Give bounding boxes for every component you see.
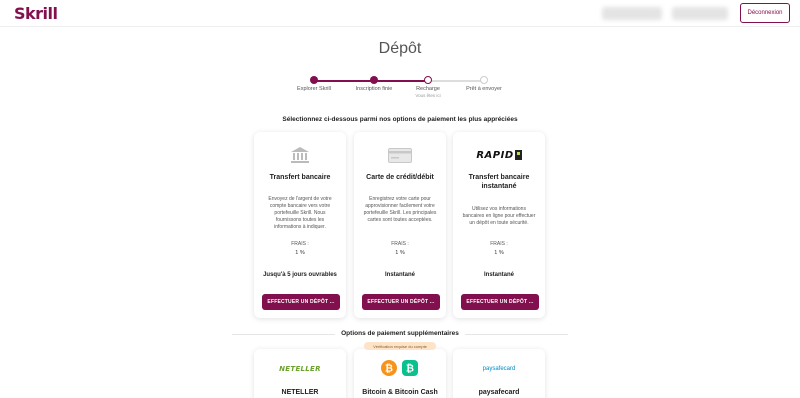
credit-card-icon — [354, 144, 446, 166]
fee-label: FRAIS : — [291, 241, 309, 247]
processing-time: Instantané — [483, 272, 514, 278]
card-title: paysafecard — [478, 389, 520, 396]
payment-card-credit-card[interactable]: Carte de crédit/débit Enregistrez votre … — [354, 132, 446, 318]
svg-text:₿: ₿ — [406, 363, 414, 375]
deposit-button-instant-bank-transfer[interactable]: EFFECTUER UN DÉPÔT ... — [461, 294, 539, 310]
payment-card-bank-transfer[interactable]: Transfert bancaire Envoyez de l'argent d… — [254, 132, 346, 318]
step-dot-pret — [480, 76, 488, 84]
progress-stepper: Explorer Skrill Inscription finie Rechar… — [0, 0, 800, 110]
card-description: Envoyez de l'argent de votre compte banc… — [268, 196, 332, 230]
fee-value: 1 % — [395, 250, 405, 256]
payment-card-paysafecard[interactable]: paysafecard paysafecard — [453, 349, 545, 398]
bank-icon — [254, 144, 346, 166]
card-title: Bitcoin & Bitcoin Cash — [362, 389, 438, 396]
fee-label: FRAIS : — [490, 241, 508, 247]
card-title: Transfert bancaire — [269, 174, 331, 181]
step-sub-recharge: Vous êtes ici — [415, 93, 441, 98]
processing-time: Instantané — [384, 272, 415, 278]
fee-value: 1 % — [295, 250, 305, 256]
neteller-logo-text: NETELLER — [279, 365, 321, 373]
payment-card-bitcoin[interactable]: ₿ ₿ Bitcoin & Bitcoin Cash — [354, 349, 446, 398]
rapid-logo-mark — [514, 150, 522, 160]
rapid-logo-text: RAPID — [476, 149, 514, 161]
card-description: Enregistrez votre carte pour approvision… — [363, 196, 437, 223]
primary-options-heading: Sélectionnez ci-dessous parmi nos option… — [282, 116, 518, 123]
deposit-button-credit-card[interactable]: EFFECTUER UN DÉPÔT ... — [362, 294, 440, 310]
verification-required-badge: Vérification requise du compte — [364, 342, 436, 350]
step-dot-inscription — [370, 76, 378, 84]
neteller-logo: NETELLER — [254, 361, 346, 377]
card-title: Transfert bancaire instantané — [468, 174, 530, 190]
card-title: Carte de crédit/débit — [366, 174, 434, 181]
card-title: NETELLER — [281, 389, 319, 396]
paysafecard-logo: paysafecard — [453, 361, 545, 377]
payment-card-neteller[interactable]: NETELLER NETELLER — [254, 349, 346, 398]
step-dot-explorer — [310, 76, 318, 84]
bitcoin-icon: ₿ ₿ — [354, 359, 446, 377]
processing-time: Jusqu'à 5 jours ouvrables — [263, 272, 337, 278]
svg-text:₿: ₿ — [385, 363, 393, 375]
step-dot-recharge — [424, 76, 432, 84]
card-description: Utilisez vos informations bancaires en l… — [462, 206, 536, 226]
fee-value: 1 % — [494, 250, 504, 256]
secondary-options-heading-text: Options de paiement supplémentaires — [335, 330, 465, 337]
secondary-options-heading: Options de paiement supplémentaires — [0, 330, 800, 337]
rapid-logo: RAPID — [453, 144, 545, 166]
deposit-button-bank-transfer[interactable]: EFFECTUER UN DÉPÔT ... — [262, 294, 340, 310]
fee-label: FRAIS : — [391, 241, 409, 247]
stepper-line-todo — [428, 80, 484, 82]
step-label-pret: Prêt à envoyer — [466, 86, 502, 92]
payment-card-instant-bank-transfer[interactable]: RAPID Transfert bancaire instantané Util… — [453, 132, 545, 318]
paysafecard-logo-text: paysafecard — [482, 366, 516, 372]
